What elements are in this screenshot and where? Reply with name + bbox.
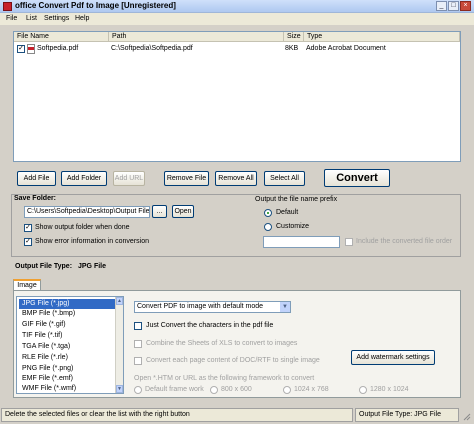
window-title: office Convert Pdf to Image [Unregistere…: [15, 1, 176, 10]
type-item-wmf[interactable]: WMF File (*.wmf): [19, 384, 119, 394]
default-frame-label: Default frame work: [145, 386, 204, 393]
type-item-png[interactable]: PNG File (*.png): [19, 364, 119, 374]
output-type-value: JPG File: [78, 263, 107, 270]
watermark-settings-button[interactable]: Add watermark settings: [351, 350, 435, 365]
res-1024-radio[interactable]: [283, 386, 291, 394]
title-bar: office Convert Pdf to Image [Unregistere…: [0, 0, 474, 13]
default-frame-radio[interactable]: [134, 386, 142, 394]
combine-xls-label: Combine the Sheets of XLS to convert to …: [146, 340, 298, 347]
customize-prefix-radio[interactable]: [264, 223, 272, 231]
save-folder-label: Save Folder:: [14, 195, 57, 202]
menu-settings[interactable]: Settings: [44, 15, 69, 22]
type-item-rle[interactable]: RLE File (*.rle): [19, 353, 119, 363]
default-prefix-label: Default: [276, 209, 299, 216]
column-header-type[interactable]: Type: [304, 32, 460, 42]
scroll-up-icon[interactable]: ▲: [116, 297, 123, 305]
chevron-down-icon[interactable]: ▼: [280, 302, 290, 312]
res-800-label: 800 x 600: [221, 386, 252, 393]
type-item-bmp[interactable]: BMP File (*.bmp): [19, 309, 119, 319]
menu-list[interactable]: List: [26, 15, 37, 22]
include-order-label: Include the converted file order: [356, 238, 453, 245]
type-item-emf[interactable]: EMF File (*.emf): [19, 374, 119, 384]
include-order-checkbox[interactable]: [345, 238, 353, 246]
add-folder-button[interactable]: Add Folder: [61, 171, 107, 186]
res-1280-label: 1280 x 1024: [370, 386, 409, 393]
file-size-cell: 8KB: [285, 45, 299, 52]
open-folder-button[interactable]: Open: [172, 205, 194, 218]
file-type-cell: Adobe Acrobat Document: [306, 45, 386, 52]
menu-bar: File List Settings Help: [0, 13, 474, 25]
show-output-folder-label: Show output folder when done: [35, 224, 130, 231]
add-file-button[interactable]: Add File: [17, 171, 56, 186]
image-type-list[interactable]: JPG File (*.jpg) BMP File (*.bmp) GIF Fi…: [16, 296, 124, 394]
select-all-button[interactable]: Select All: [264, 171, 305, 186]
type-item-tga[interactable]: TGA File (*.tga): [19, 342, 119, 352]
res-1024-label: 1024 x 768: [294, 386, 329, 393]
prefix-label: Output the file name prefix: [255, 196, 338, 203]
browse-folder-button[interactable]: ...: [152, 205, 167, 218]
res-800-radio[interactable]: [210, 386, 218, 394]
output-type-label: Output File Type:: [15, 263, 73, 270]
column-header-size[interactable]: Size: [284, 32, 304, 42]
each-page-label: Convert each page content of DOC/RTF to …: [146, 357, 320, 364]
file-name-cell: Softpedia.pdf: [37, 45, 79, 52]
show-error-info-checkbox[interactable]: ✓: [24, 238, 32, 246]
status-message: Delete the selected files or clear the l…: [1, 408, 353, 422]
type-list-scrollbar[interactable]: ▲ ▼: [115, 297, 123, 393]
type-item-jpg[interactable]: JPG File (*.jpg): [19, 299, 119, 309]
save-folder-path-input[interactable]: C:\Users\Softpedia\Desktop\Output Files: [24, 206, 150, 218]
just-convert-label: Just Convert the characters in the pdf f…: [146, 322, 274, 329]
show-output-folder-checkbox[interactable]: ✓: [24, 224, 32, 232]
status-output-type: Output File Type: JPG File: [355, 408, 459, 422]
resize-grip-icon[interactable]: [462, 412, 471, 421]
default-prefix-radio[interactable]: [264, 209, 272, 217]
customize-prefix-label: Customize: [276, 223, 310, 230]
add-url-button[interactable]: Add URL: [113, 171, 145, 186]
show-error-info-label: Show error information in conversion: [35, 238, 149, 245]
conversion-mode-value: Convert PDF to image with default mode: [137, 303, 264, 310]
remove-all-button[interactable]: Remove All: [215, 171, 257, 186]
combine-xls-checkbox[interactable]: [134, 340, 142, 348]
row-checkbox[interactable]: ✓: [17, 45, 25, 53]
maximize-button[interactable]: □: [448, 1, 459, 11]
type-item-tif[interactable]: TIF File (*.tif): [19, 331, 119, 341]
file-path-cell: C:\Softpedia\Softpedia.pdf: [111, 45, 193, 52]
file-list[interactable]: File Name Path Size Type ✓ Softpedia.pdf…: [13, 31, 461, 162]
just-convert-checkbox[interactable]: [134, 322, 142, 330]
column-header-path[interactable]: Path: [109, 32, 284, 42]
prefix-input[interactable]: [263, 236, 340, 248]
framework-label: Open *.HTM or URL as the following frame…: [134, 375, 315, 382]
app-icon: [3, 2, 12, 11]
conversion-mode-select[interactable]: Convert PDF to image with default mode ▼: [134, 301, 291, 313]
convert-button[interactable]: Convert: [324, 169, 390, 187]
menu-help[interactable]: Help: [75, 15, 89, 22]
pdf-file-icon: [27, 44, 35, 54]
column-header-file-name[interactable]: File Name: [14, 32, 109, 42]
menu-file[interactable]: File: [6, 15, 17, 22]
res-1280-radio[interactable]: [359, 386, 367, 394]
minimize-button[interactable]: _: [436, 1, 447, 11]
close-button[interactable]: ×: [460, 1, 471, 11]
type-item-gif[interactable]: GIF File (*.gif): [19, 320, 119, 330]
scroll-down-icon[interactable]: ▼: [116, 385, 123, 393]
each-page-checkbox[interactable]: [134, 357, 142, 365]
remove-file-button[interactable]: Remove File: [164, 171, 209, 186]
